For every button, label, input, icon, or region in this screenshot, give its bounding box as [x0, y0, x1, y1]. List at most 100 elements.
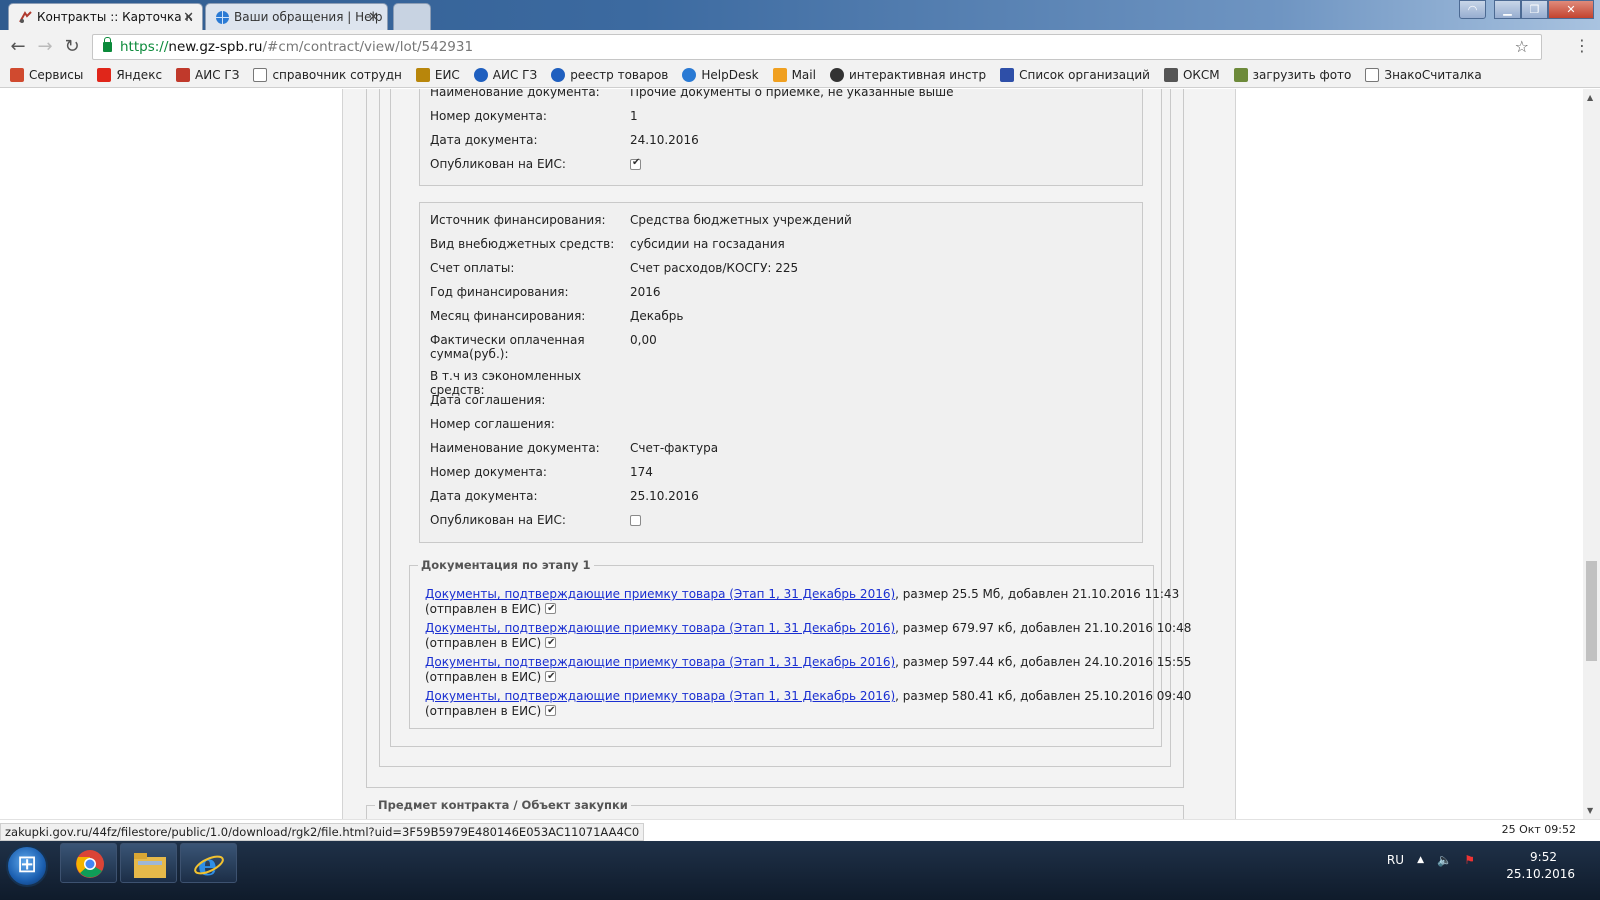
hover-link-url: zakupki.gov.ru/44fz/filestore/public/1.0…: [0, 823, 645, 841]
speaker-icon[interactable]: 🔈: [1437, 853, 1452, 867]
reload-icon[interactable]: ↻: [62, 37, 82, 57]
ie-taskbar-button[interactable]: e: [180, 843, 237, 883]
file-download-link[interactable]: Документы, подтверждающие приемку товара…: [425, 689, 895, 703]
emblem-icon: [415, 68, 430, 82]
bookmark-item[interactable]: АИС ГЗ: [473, 68, 538, 82]
field-label: Счет оплаты:: [430, 261, 515, 275]
field-label: Вид внебюджетных средств:: [430, 237, 615, 251]
bookmark-label: ЗнакоСчиталка: [1384, 68, 1482, 82]
new-tab-button[interactable]: [393, 3, 431, 30]
field-value: Счет-фактура: [630, 441, 719, 455]
w-icon: [1163, 68, 1178, 82]
internet-explorer-icon: e: [194, 848, 224, 880]
bookmark-item[interactable]: ОКСМ: [1163, 68, 1220, 82]
stage-documentation-legend: Документация по этапу 1: [418, 558, 594, 572]
file-info: , размер 597.44 кб, добавлен 24.10.2016 …: [895, 655, 1192, 669]
bookmark-item[interactable]: Список организаций: [1000, 68, 1150, 82]
tab-helpdesk[interactable]: Ваши обращения | Help ✕: [205, 3, 388, 30]
file-download-link[interactable]: Документы, подтверждающие приемку товара…: [425, 587, 895, 601]
bookmark-item[interactable]: интерактивная инстр: [829, 68, 987, 82]
close-tab-icon[interactable]: ✕: [368, 4, 379, 30]
photo-icon: [1233, 68, 1248, 82]
sent-checkbox[interactable]: [545, 601, 557, 616]
bookmark-item[interactable]: реестр товаров: [551, 68, 668, 82]
scrollbar-thumb[interactable]: [1586, 561, 1597, 661]
bookmark-item[interactable]: загрузить фото: [1233, 68, 1351, 82]
field-label: Фактически оплаченная сумма(руб.):: [430, 333, 585, 361]
clock-date[interactable]: 25.10.2016: [1506, 867, 1575, 881]
sent-checkbox[interactable]: [545, 703, 557, 718]
bookmark-item[interactable]: HelpDesk: [682, 68, 759, 82]
page-scrollbar[interactable]: ▲ ▼: [1583, 89, 1600, 819]
field-row: Фактически оплаченная сумма(руб.): 0,00: [430, 333, 1130, 363]
minimize-button[interactable]: ▁: [1494, 0, 1521, 19]
page-icon: [1365, 68, 1380, 82]
field-value: Прочие документы о приемке, не указанные…: [630, 89, 954, 99]
financing-block: Источник финансирования: Средства бюджетн…: [419, 202, 1143, 543]
acceptance-document-block: Наименование документа: Прочие документы …: [419, 89, 1143, 186]
bookmark-label: интерактивная инстр: [848, 68, 987, 82]
bookmark-item[interactable]: Сервисы: [10, 68, 83, 82]
field-label: Номер документа:: [430, 465, 547, 479]
chrome-taskbar-button[interactable]: [60, 843, 117, 883]
scroll-up-arrow-icon[interactable]: ▲: [1587, 93, 1593, 102]
file-download-link[interactable]: Документы, подтверждающие приемку товара…: [425, 655, 895, 669]
field-row: Опубликован на ЕИС:: [430, 157, 1130, 187]
field-value: Средства бюджетных учреждений: [630, 213, 852, 227]
bookmark-item[interactable]: ЗнакоСчиталка: [1365, 68, 1482, 82]
clock-time[interactable]: 9:52: [1530, 850, 1557, 864]
scroll-down-arrow-icon[interactable]: ▼: [1587, 806, 1593, 815]
back-arrow-icon[interactable]: ←: [8, 37, 28, 57]
window-controls: ◠ ▁ ❐ ✕: [1459, 0, 1594, 20]
yandex-icon: [97, 68, 112, 82]
field-label: Дата документа:: [430, 489, 538, 503]
page-timestamp: 25 Окт 09:52: [1501, 823, 1576, 836]
windows-start-icon[interactable]: [6, 845, 48, 887]
file-sent-status: (отправлен в ЕИС): [425, 704, 542, 718]
bookmark-item[interactable]: АИС ГЗ: [176, 68, 239, 82]
tab-contracts[interactable]: Контракты :: Карточка к ✕: [8, 3, 203, 30]
bookmark-item[interactable]: справочник сотрудн: [253, 68, 402, 82]
bookmark-label: ОКСМ: [1182, 68, 1220, 82]
tab-title: Ваши обращения | Help: [234, 10, 383, 24]
close-tab-icon[interactable]: ✕: [183, 4, 194, 30]
published-checkbox[interactable]: [630, 515, 641, 526]
field-label: Дата соглашения:: [430, 393, 546, 407]
field-label: Дата документа:: [430, 133, 538, 147]
address-bar[interactable]: https://new.gz-spb.ru/#cm/contract/view/…: [92, 34, 1542, 60]
language-indicator[interactable]: RU: [1387, 853, 1404, 867]
file-sent-status: (отправлен в ЕИС): [425, 602, 542, 616]
bookmark-label: АИС ГЗ: [492, 68, 538, 82]
network-error-icon[interactable]: ⚑: [1464, 853, 1475, 867]
ais-icon: [176, 68, 191, 82]
explorer-taskbar-button[interactable]: [120, 843, 177, 883]
bookmark-label: Mail: [791, 68, 816, 82]
bookmark-item[interactable]: Mail: [772, 68, 816, 82]
field-label: Опубликован на ЕИС:: [430, 513, 566, 527]
bookmark-label: реестр товаров: [570, 68, 669, 82]
globe-icon: [551, 68, 566, 82]
published-checkbox[interactable]: [630, 157, 641, 170]
contract-subject-legend: Предмет контракта / Объект закупки: [375, 798, 631, 812]
restore-button[interactable]: ❐: [1521, 0, 1548, 19]
file-download-link[interactable]: Документы, подтверждающие приемку товара…: [425, 621, 895, 635]
field-label: Номер документа:: [430, 109, 547, 123]
close-window-button[interactable]: ✕: [1548, 0, 1594, 19]
forward-arrow-icon[interactable]: →: [35, 37, 55, 57]
stage-file-item: Документы, подтверждающие приемку товара…: [425, 587, 1179, 617]
field-label: Номер соглашения:: [430, 417, 555, 431]
bookmark-star-icon[interactable]: ☆: [1515, 37, 1529, 56]
tray-expand-icon[interactable]: ▲: [1417, 855, 1424, 865]
field-value: 2016: [630, 285, 661, 299]
bookmarks-bar: Сервисы Яндекс АИС ГЗ справочник сотрудн ЕИС…: [0, 63, 1600, 88]
file-info: , размер 580.41 кб, добавлен 25.10.2016 …: [895, 689, 1192, 703]
menu-dots-icon[interactable]: ⋮: [1574, 36, 1590, 55]
sent-checkbox[interactable]: [545, 669, 557, 684]
status-bar: zakupki.gov.ru/44fz/filestore/public/1.0…: [0, 819, 1600, 841]
stage-file-item: Документы, подтверждающие приемку товара…: [425, 689, 1191, 719]
bookmark-item[interactable]: ЕИС: [415, 68, 460, 82]
bookmark-label: HelpDesk: [701, 68, 759, 82]
bookmark-item[interactable]: Яндекс: [97, 68, 162, 82]
user-profile-icon[interactable]: ◠: [1459, 0, 1486, 19]
sent-checkbox[interactable]: [545, 635, 557, 650]
